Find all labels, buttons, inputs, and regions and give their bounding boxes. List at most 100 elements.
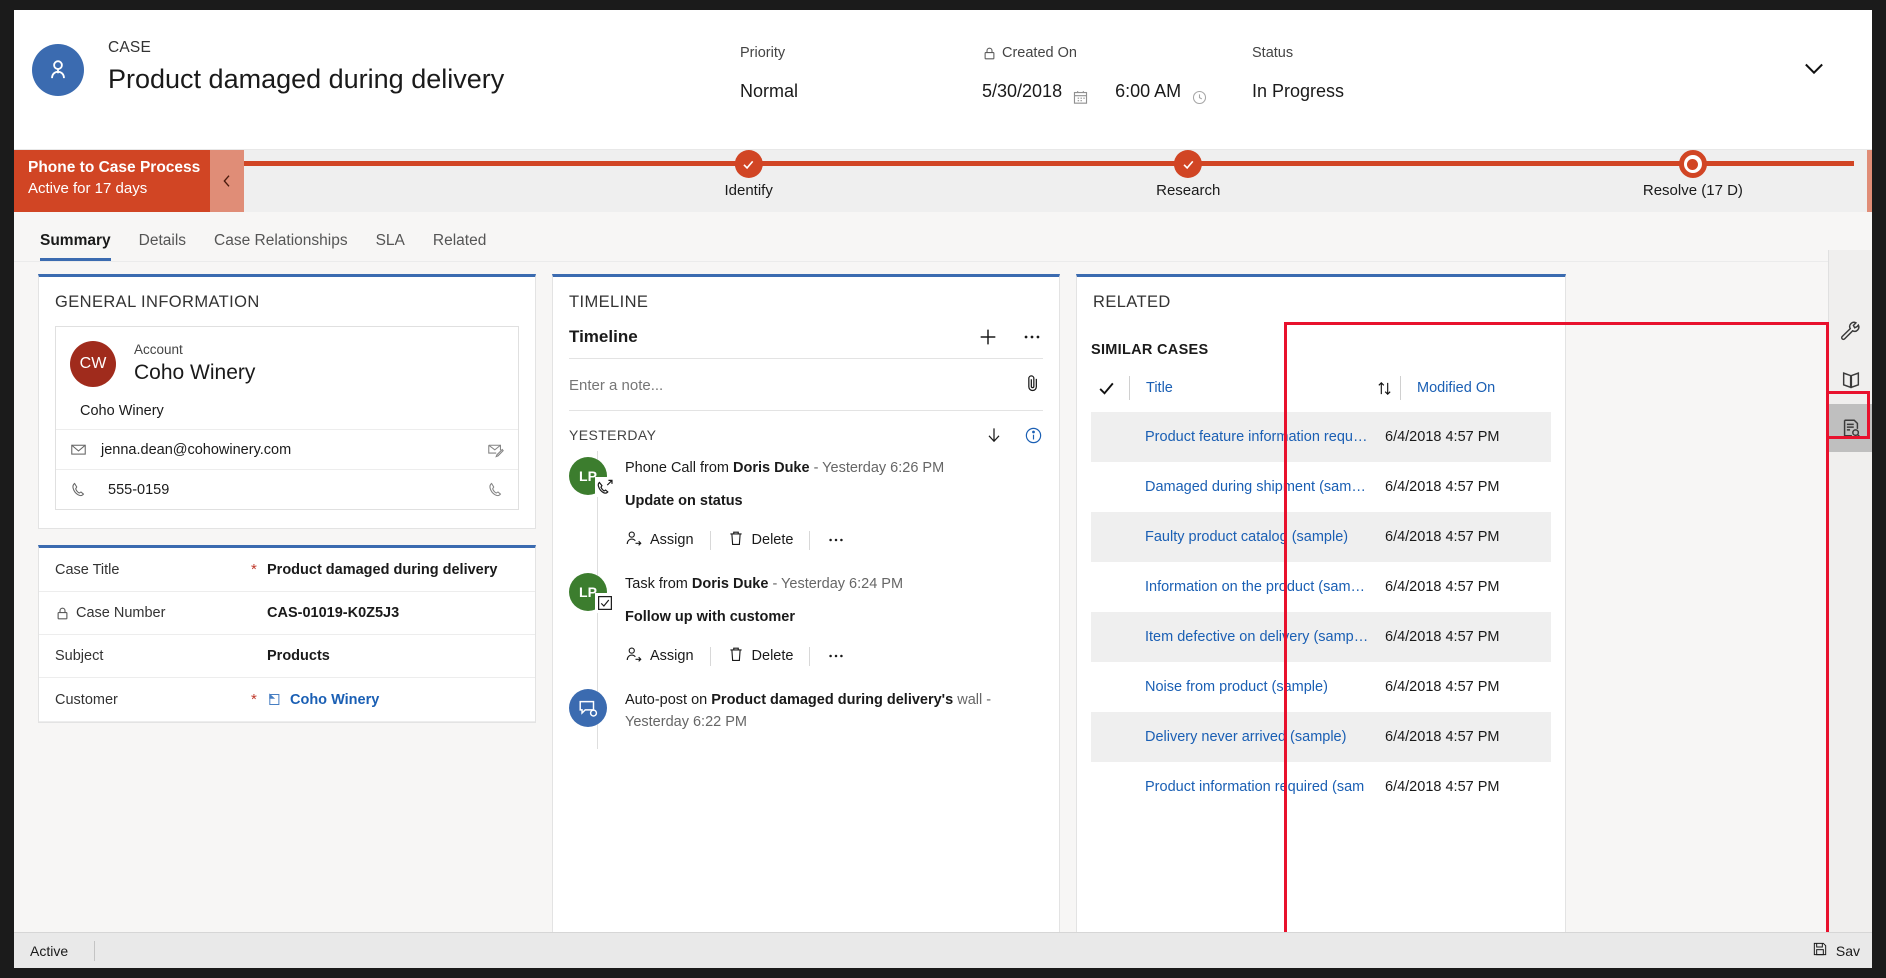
general-information-card: GENERAL INFORMATION CW Account Coho Wine… — [38, 274, 536, 529]
customer-lookup-link[interactable]: Coho Winery — [267, 692, 379, 708]
paperclip-icon[interactable] — [1023, 373, 1043, 398]
field-label: Customer — [55, 691, 118, 708]
delete-label: Delete — [751, 648, 794, 664]
arrow-down-icon[interactable] — [984, 425, 1004, 445]
process-stages: Identify Research Resolve (17 D) — [244, 150, 1872, 212]
timeline-item-task[interactable]: LP Task from Doris Duke - Yesterday 6:24… — [569, 567, 1043, 683]
plus-icon[interactable] — [977, 326, 999, 348]
case-title-link[interactable]: Item defective on delivery (sample) — [1129, 629, 1369, 645]
ellipsis-icon[interactable] — [1021, 326, 1043, 348]
table-row[interactable]: Product feature information requir... 6/… — [1091, 412, 1551, 462]
process-stage-identify[interactable]: Identify — [724, 150, 773, 199]
created-on-time[interactable]: 6:00 AM — [1115, 74, 1181, 108]
table-row[interactable]: Damaged during shipment (sample) 6/4/201… — [1091, 462, 1551, 512]
case-title-link[interactable]: Damaged during shipment (sample) — [1129, 479, 1369, 495]
table-row[interactable]: Faulty product catalog (sample) 6/4/2018… — [1091, 512, 1551, 562]
field-label: Case Title — [55, 561, 120, 578]
calendar-icon[interactable] — [1072, 83, 1089, 104]
table-row[interactable]: Information on the product (sample) 6/4/… — [1091, 562, 1551, 612]
delete-button[interactable]: Delete — [727, 645, 794, 667]
clock-icon[interactable] — [1191, 83, 1208, 104]
case-title-link[interactable]: Noise from product (sample) — [1129, 679, 1369, 695]
record-state: Active — [30, 942, 69, 959]
created-on-label-group: Created On — [982, 42, 1244, 64]
account-email-value[interactable]: jenna.dean@cohowinery.com — [92, 442, 487, 458]
check-icon — [1174, 150, 1203, 178]
delete-button[interactable]: Delete — [727, 529, 794, 551]
trash-icon — [727, 529, 745, 551]
timeline-item-subject[interactable]: Update on status — [625, 493, 1043, 509]
business-process-flow: Phone to Case Process Active for 17 days… — [14, 150, 1872, 212]
process-name-block[interactable]: Phone to Case Process Active for 17 days — [14, 150, 210, 212]
info-icon[interactable] — [1024, 426, 1043, 445]
tab-sla[interactable]: SLA — [376, 232, 405, 261]
process-stage-resolve[interactable]: Resolve (17 D) — [1643, 150, 1743, 199]
similar-cases-title: SIMILAR CASES — [1091, 342, 1209, 358]
created-on-value: 5/30/2018 6:00 AM — [982, 74, 1244, 108]
tab-related[interactable]: Related — [433, 232, 486, 261]
assign-button[interactable]: Assign — [625, 529, 694, 551]
wrench-icon[interactable] — [1829, 308, 1872, 356]
timeline-item-actor[interactable]: Doris Duke — [692, 576, 769, 592]
table-row[interactable]: Product information required (sam 6/4/20… — [1091, 762, 1551, 812]
account-phone-value[interactable]: 555-0159 — [92, 482, 487, 498]
customer-value: Coho Winery — [290, 691, 380, 708]
timeline-item-actor[interactable]: Product damaged during delivery's — [711, 692, 953, 708]
field-label: Subject — [55, 648, 104, 664]
delete-label: Delete — [751, 532, 794, 548]
field-value[interactable]: Product damaged during delivery — [267, 562, 497, 578]
call-icon[interactable] — [487, 481, 504, 498]
tab-summary[interactable]: Summary — [40, 232, 111, 261]
table-row[interactable]: Delivery never arrived (sample) 6/4/2018… — [1091, 712, 1551, 762]
case-title-link[interactable]: Information on the product (sample) — [1129, 579, 1369, 595]
table-row[interactable]: Item defective on delivery (sample) 6/4/… — [1091, 612, 1551, 662]
process-end-marker — [1867, 150, 1872, 212]
save-button[interactable]: Sav — [1812, 941, 1872, 960]
case-title-link[interactable]: Delivery never arrived (sample) — [1129, 729, 1369, 745]
case-title-link[interactable]: Product information required (sam — [1129, 779, 1369, 795]
divider — [709, 530, 711, 550]
compose-email-icon[interactable] — [487, 441, 504, 458]
timeline-item-actor[interactable]: Doris Duke — [733, 460, 810, 476]
timeline-item-auto-post[interactable]: Auto-post on Product damaged during deli… — [569, 683, 1043, 749]
chevron-down-icon[interactable] — [1800, 54, 1828, 82]
case-modified-on: 6/4/2018 4:57 PM — [1385, 529, 1500, 545]
case-title-link[interactable]: Product feature information requir... — [1129, 429, 1369, 445]
timeline-item-phone-call[interactable]: LP Phone Call from Doris Duke - Yesterda — [569, 451, 1043, 567]
field-value[interactable]: Products — [267, 648, 330, 664]
sort-icon[interactable] — [1368, 380, 1400, 397]
note-input[interactable]: Enter a note... — [569, 377, 1023, 394]
column-header-title[interactable]: Title — [1130, 380, 1368, 396]
created-on-date[interactable]: 5/30/2018 — [982, 74, 1062, 108]
required-indicator: * — [251, 561, 257, 578]
auto-post-icon — [569, 689, 607, 727]
record-identity: CASE Product damaged during delivery — [32, 38, 504, 98]
timeline-card: TIMELINE Timeline Enter a note... YESTER… — [552, 274, 1060, 966]
divider — [709, 646, 711, 666]
general-information-title: GENERAL INFORMATION — [55, 293, 260, 311]
timeline-item-subject[interactable]: Follow up with customer — [625, 609, 1043, 625]
tab-case-relationships[interactable]: Case Relationships — [214, 232, 348, 261]
ellipsis-icon[interactable] — [826, 646, 846, 666]
column-header-modified-on[interactable]: Modified On — [1401, 380, 1551, 396]
account-name[interactable]: Coho Winery — [134, 359, 255, 387]
field-label-group: Case Number — [55, 605, 251, 621]
timeline-item-prefix: Auto-post on — [625, 692, 712, 708]
chevron-left-icon[interactable] — [210, 150, 244, 212]
ellipsis-icon[interactable] — [826, 530, 846, 550]
tab-details[interactable]: Details — [139, 232, 186, 261]
timeline-subtitle: Timeline — [569, 327, 638, 346]
assign-button[interactable]: Assign — [625, 645, 694, 667]
field-case-number: Case Number CAS-01019-K0Z5J3 — [39, 592, 535, 635]
case-title-link[interactable]: Faulty product catalog (sample) — [1129, 529, 1369, 545]
status-badge[interactable]: In Progress — [1244, 74, 1484, 108]
table-row[interactable]: Noise from product (sample) 6/4/2018 4:5… — [1091, 662, 1551, 712]
process-stage-research[interactable]: Research — [1156, 150, 1220, 199]
save-label: Sav — [1835, 942, 1860, 959]
timeline-title: TIMELINE — [569, 293, 649, 311]
status-label: Status — [1252, 45, 1294, 61]
priority-value[interactable]: Normal — [732, 74, 982, 108]
similar-cases-icon[interactable] — [1829, 404, 1872, 452]
check-icon[interactable] — [1091, 379, 1129, 398]
knowledge-book-icon[interactable] — [1829, 356, 1872, 404]
